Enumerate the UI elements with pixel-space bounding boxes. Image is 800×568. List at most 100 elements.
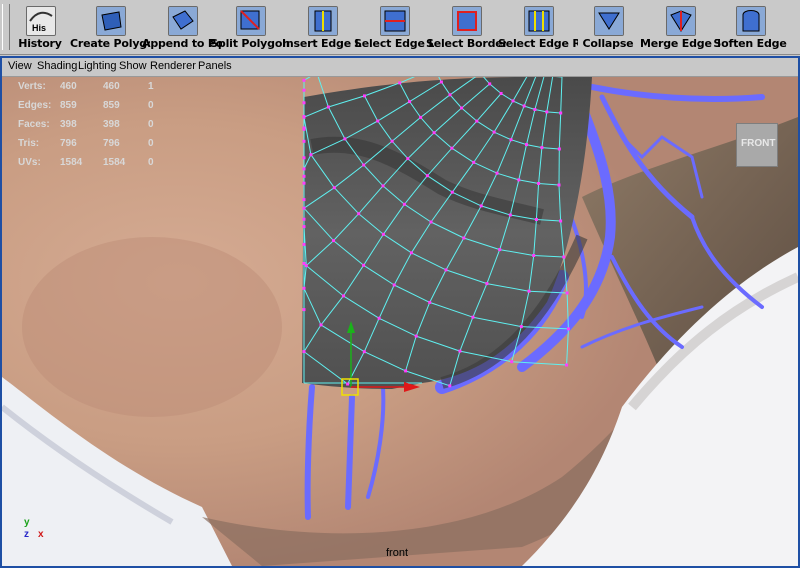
mesh-vertex[interactable]: [302, 156, 306, 160]
mesh-vertex[interactable]: [302, 308, 306, 312]
mesh-vertex[interactable]: [381, 184, 385, 188]
mesh-vertex[interactable]: [381, 232, 385, 236]
tool-select-border-button[interactable]: Select Border: [426, 0, 506, 54]
mesh-vertex[interactable]: [302, 242, 306, 246]
mesh-vertex[interactable]: [492, 130, 496, 134]
mesh-vertex[interactable]: [302, 174, 306, 178]
mesh-vertex[interactable]: [302, 262, 306, 265]
tool-collapse-button[interactable]: Collapse: [572, 0, 644, 54]
mesh-vertex[interactable]: [522, 104, 526, 108]
tool-append-to-polygon-button[interactable]: Append to Pol: [142, 0, 222, 54]
mesh-vertex[interactable]: [408, 100, 412, 104]
mesh-vertex[interactable]: [302, 115, 306, 119]
mesh-vertex[interactable]: [302, 139, 306, 143]
mesh-vertex[interactable]: [533, 108, 537, 111]
tool-history-button[interactable]: His History: [4, 0, 76, 54]
mesh-vertex[interactable]: [332, 186, 336, 190]
mesh-vertex[interactable]: [557, 147, 561, 151]
mesh-vertex[interactable]: [517, 178, 521, 182]
mesh-vertex[interactable]: [510, 360, 514, 364]
mesh-vertex[interactable]: [390, 139, 394, 143]
mesh-vertex[interactable]: [302, 78, 306, 82]
mesh-vertex[interactable]: [479, 204, 483, 208]
mesh-vertex[interactable]: [508, 213, 512, 217]
mesh-vertex[interactable]: [392, 283, 396, 287]
mesh-vertex[interactable]: [562, 255, 566, 259]
menu-lighting[interactable]: Lighting: [78, 60, 117, 72]
mesh-vertex[interactable]: [302, 206, 306, 210]
mesh-vertex[interactable]: [559, 111, 563, 115]
tool-split-polygon-button[interactable]: Split Polygon: [210, 0, 290, 54]
mesh-vertex[interactable]: [475, 119, 479, 123]
mesh-vertex[interactable]: [532, 254, 536, 257]
view-cube-front[interactable]: FRONT: [736, 123, 778, 167]
mesh-vertex[interactable]: [444, 268, 448, 272]
mesh-vertex[interactable]: [432, 131, 436, 135]
mesh-vertex[interactable]: [302, 198, 306, 202]
menu-panels[interactable]: Panels: [198, 60, 232, 72]
tool-create-polygon-button[interactable]: Create Polygo: [70, 0, 150, 54]
mesh-vertex[interactable]: [406, 157, 410, 161]
mesh-vertex[interactable]: [429, 220, 433, 224]
mesh-vertex[interactable]: [302, 88, 306, 92]
mesh-vertex[interactable]: [363, 94, 366, 98]
mesh-vertex[interactable]: [357, 212, 361, 216]
mesh-vertex[interactable]: [402, 202, 406, 206]
mesh-vertex[interactable]: [460, 106, 464, 110]
mesh-vertex[interactable]: [302, 286, 306, 290]
mesh-vertex[interactable]: [509, 138, 513, 142]
mesh-vertex[interactable]: [409, 251, 413, 255]
mesh-vertex[interactable]: [565, 363, 569, 367]
mesh-vertex[interactable]: [419, 115, 423, 119]
mesh-vertex[interactable]: [376, 119, 380, 123]
tool-merge-edge-button[interactable]: Merge Edge T: [640, 0, 720, 54]
mesh-vertex[interactable]: [414, 334, 418, 338]
mesh-vertex[interactable]: [309, 153, 313, 157]
mesh-vertex[interactable]: [302, 225, 306, 229]
mesh-vertex[interactable]: [362, 350, 366, 354]
mesh-vertex[interactable]: [319, 323, 323, 327]
tool-select-edge-ring-button[interactable]: Select Edge R: [498, 0, 578, 54]
mesh-vertex[interactable]: [343, 137, 347, 141]
mesh-vertex[interactable]: [302, 350, 306, 354]
mesh-vertex[interactable]: [488, 82, 492, 86]
mesh-vertex[interactable]: [534, 218, 538, 221]
mesh-vertex[interactable]: [565, 291, 569, 295]
mesh-vertex[interactable]: [450, 190, 454, 194]
menu-shading[interactable]: Shading: [37, 60, 77, 72]
mesh-vertex[interactable]: [495, 171, 499, 175]
mesh-vertex[interactable]: [302, 167, 306, 171]
mesh-vertex[interactable]: [302, 181, 306, 185]
mesh-vertex[interactable]: [527, 289, 531, 293]
mesh-vertex[interactable]: [498, 248, 502, 252]
mesh-vertex[interactable]: [557, 183, 561, 187]
mesh-vertex[interactable]: [302, 217, 306, 221]
mesh-vertex[interactable]: [462, 236, 466, 240]
menu-view[interactable]: View: [8, 60, 32, 72]
mesh-vertex[interactable]: [519, 325, 523, 329]
mesh-vertex[interactable]: [448, 93, 452, 97]
mesh-vertex[interactable]: [566, 327, 570, 331]
mesh-vertex[interactable]: [341, 294, 345, 298]
mesh-vertex[interactable]: [439, 80, 443, 84]
menu-renderer[interactable]: Renderer: [150, 60, 196, 72]
mesh-vertex[interactable]: [377, 316, 381, 320]
mesh-vertex[interactable]: [326, 105, 330, 109]
mesh-vertex[interactable]: [425, 174, 429, 178]
mesh-vertex[interactable]: [346, 382, 350, 386]
mesh-vertex[interactable]: [362, 163, 366, 167]
mesh-vertex[interactable]: [471, 315, 475, 319]
mesh-vertex[interactable]: [332, 239, 335, 243]
tool-insert-edge-loop-button[interactable]: Insert Edge Lc: [282, 0, 362, 54]
tool-select-edge-loop-button[interactable]: Select Edge L: [354, 0, 434, 54]
mesh-vertex[interactable]: [302, 127, 306, 131]
mesh-vertex[interactable]: [499, 92, 503, 95]
3d-viewport[interactable]: Verts: 460 460 1 Edges: 859 859 0 Faces: 398 398 0 T…: [2, 77, 798, 566]
mesh-vertex[interactable]: [448, 384, 452, 388]
mesh-vertex[interactable]: [428, 300, 432, 304]
mesh-vertex[interactable]: [525, 143, 528, 147]
mesh-vertex[interactable]: [545, 110, 549, 114]
menu-show[interactable]: Show: [119, 60, 147, 72]
mesh-vertex[interactable]: [458, 349, 462, 353]
mesh-vertex[interactable]: [485, 282, 489, 286]
